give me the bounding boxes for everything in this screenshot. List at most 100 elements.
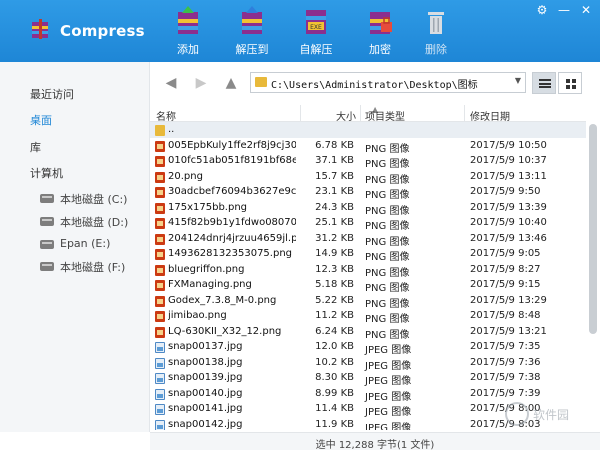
- sidebar-item-computer[interactable]: 计算机: [30, 165, 63, 181]
- file-date: 2017/5/9 9:15: [470, 279, 541, 290]
- scrollbar-thumb[interactable]: [589, 124, 597, 334]
- file-date: 2017/5/9 8:48: [470, 310, 541, 321]
- file-row[interactable]: 010fc51ab051f8191bf68ef2d...37.1 KBPNG 图…: [150, 153, 586, 170]
- file-size: 8.99 KB: [315, 387, 354, 399]
- file-size: 25.1 KB: [315, 217, 354, 228]
- minimize-icon[interactable]: —: [554, 2, 574, 18]
- status-bar: 选中 12,288 字节(1 文件): [150, 432, 600, 450]
- folder-icon: [155, 125, 165, 136]
- file-size: 23.1 KB: [315, 186, 354, 197]
- file-name: FXManaging.png: [168, 279, 252, 290]
- file-row[interactable]: 005EpbKuly1ffe2rf8j9cj30k0...6.78 KBPNG …: [150, 138, 586, 155]
- file-date: 2017/5/9 7:36: [470, 356, 541, 368]
- column-type[interactable]: 项目类型: [365, 108, 405, 123]
- file-date: 2017/5/9 10:37: [470, 155, 547, 166]
- file-row[interactable]: 30adcbef76094b3627e9cffa...23.1 KBPNG 图像…: [150, 184, 586, 201]
- forward-arrow-icon[interactable]: ▶: [192, 74, 210, 92]
- file-row[interactable]: snap00138.jpg 10.2 KB JPEG 图像 2017/5/9 7:36: [150, 355, 586, 372]
- add-label: 添加: [177, 43, 199, 56]
- file-name: snap00138.jpg: [168, 356, 243, 368]
- file-size: 5.22 KB: [315, 294, 354, 306]
- back-arrow-icon[interactable]: ◀: [162, 74, 180, 92]
- column-name[interactable]: 名称: [156, 108, 176, 123]
- grid-view-button[interactable]: [558, 72, 582, 94]
- column-size[interactable]: 大小: [336, 108, 356, 123]
- file-row[interactable]: 20.png 15.7 KB PNG 图像 2017/5/9 13:11: [150, 169, 586, 186]
- file-row[interactable]: Godex_7.3.8_M-0.png 5.22 KB PNG 图像 2017/5/9…: [150, 293, 586, 310]
- drive-label: 本地磁盘 (D:): [60, 216, 129, 229]
- jpeg-file-icon: [155, 404, 165, 415]
- encrypt-button[interactable]: 加密: [352, 0, 408, 62]
- file-size: 14.9 KB: [315, 248, 354, 259]
- encrypt-icon: [370, 12, 392, 34]
- file-size: 11.9 KB: [315, 418, 354, 430]
- status-text: 选中 12,288 字节(1 文件): [315, 440, 435, 450]
- file-date: 2017/5/9 9:50: [470, 186, 541, 197]
- file-size: 11.2 KB: [315, 310, 354, 321]
- file-row[interactable]: FXManaging.png 5.18 KB PNG 图像 2017/5/9 9:15: [150, 277, 586, 294]
- svg-text:EXE: EXE: [310, 24, 322, 31]
- delete-icon: [428, 12, 444, 34]
- address-bar[interactable]: C:\Users\Administrator\Desktop\图标 ▼: [250, 72, 526, 93]
- drive-label: Epan (E:): [60, 237, 111, 250]
- grid-view-icon: [566, 79, 576, 89]
- file-row[interactable]: 204124dnrj4jrzuu4659jl.png 31.2 KB PNG 图像 2…: [150, 231, 586, 248]
- file-name: LQ-630KII_X32_12.png: [168, 325, 282, 337]
- png-file-icon: [155, 218, 165, 229]
- sfx-exe-icon: EXE: [306, 10, 326, 34]
- column-date[interactable]: 修改日期: [470, 108, 510, 123]
- sidebar-item-desktop[interactable]: 桌面: [30, 112, 52, 128]
- settings-icon[interactable]: ⚙: [532, 2, 552, 18]
- parent-folder-row[interactable]: ..: [150, 122, 586, 138]
- file-name: ..: [168, 124, 175, 135]
- file-row[interactable]: 415f82b9b1y1fdwo080704j204...25.1 KBPNG …: [150, 215, 586, 232]
- sidebar-item-library[interactable]: 库: [30, 139, 41, 155]
- file-size: 12.0 KB: [315, 341, 354, 352]
- file-name: Godex_7.3.8_M-0.png: [168, 294, 277, 306]
- close-icon[interactable]: ✕: [576, 2, 596, 18]
- file-row[interactable]: 175x175bb.png 24.3 KB PNG 图像 2017/5/9 13:39: [150, 200, 586, 217]
- extract-to-button[interactable]: 解压到: [224, 0, 280, 62]
- app-title: Compress: [60, 22, 145, 40]
- file-date: 2017/5/9 10:50: [470, 139, 547, 151]
- title-bar: Compress 添加 解压到 EXE 自解压 加密 删除 ⚙ — ✕: [0, 0, 600, 62]
- png-file-icon: [155, 264, 165, 276]
- file-date: 2017/5/9 9:05: [470, 248, 541, 259]
- column-separator[interactable]: [464, 105, 465, 122]
- file-list: ..005EpbKuly1ffe2rf8j9cj30k0...6.78 KBPN…: [150, 122, 586, 430]
- file-name: 005EpbKuly1ffe2rf8j9cj30k0...: [168, 139, 296, 151]
- file-name: snap00141.jpg: [168, 403, 243, 414]
- file-size: 15.7 KB: [315, 170, 354, 182]
- png-file-icon: [155, 187, 165, 198]
- file-date: 2017/5/9 7:35: [470, 341, 541, 352]
- file-size: 6.78 KB: [315, 139, 354, 151]
- file-size: 5.18 KB: [315, 279, 354, 290]
- delete-button[interactable]: 删除: [408, 0, 464, 62]
- self-extract-label: 自解压: [299, 43, 333, 56]
- file-size: 8.30 KB: [315, 372, 354, 383]
- list-view-button[interactable]: [532, 72, 556, 94]
- file-row[interactable]: LQ-630KII_X32_12.png 6.24 KB PNG 图像 2017/5/…: [150, 324, 586, 341]
- chevron-down-icon[interactable]: ▼: [515, 76, 521, 85]
- file-row[interactable]: jimibao.png 11.2 KB PNG 图像 2017/5/9 8:48: [150, 308, 586, 325]
- add-button[interactable]: 添加: [160, 0, 216, 62]
- watermark-logo-icon: [505, 402, 529, 426]
- file-row[interactable]: snap00139.jpg 8.30 KB JPEG 图像 2017/5/9 7:38: [150, 370, 586, 387]
- file-date: 2017/5/9 13:39: [470, 201, 547, 213]
- column-separator[interactable]: [300, 105, 301, 122]
- png-file-icon: [155, 202, 165, 214]
- up-arrow-icon[interactable]: ▲: [222, 74, 240, 92]
- self-extract-button[interactable]: EXE 自解压: [288, 0, 344, 62]
- file-row[interactable]: 1493628132353075.png 14.9 KB PNG 图像 2017/5/…: [150, 246, 586, 263]
- encrypt-label: 加密: [369, 43, 391, 56]
- sidebar-item-recent[interactable]: 最近访问: [30, 86, 74, 102]
- file-name: 1493628132353075.png: [168, 248, 293, 259]
- column-separator[interactable]: [360, 105, 361, 122]
- hard-drive-icon: [40, 262, 54, 271]
- file-name: 204124dnrj4jrzuu4659jl.png: [168, 232, 296, 244]
- file-name: snap00137.jpg: [168, 341, 243, 352]
- file-size: 6.24 KB: [315, 325, 354, 337]
- file-row[interactable]: snap00137.jpg 12.0 KB JPEG 图像 2017/5/9 7:35: [150, 339, 586, 356]
- file-row[interactable]: bluegriffon.png 12.3 KB PNG 图像 2017/5/9 8:2…: [150, 262, 586, 279]
- list-view-icon: [539, 79, 551, 88]
